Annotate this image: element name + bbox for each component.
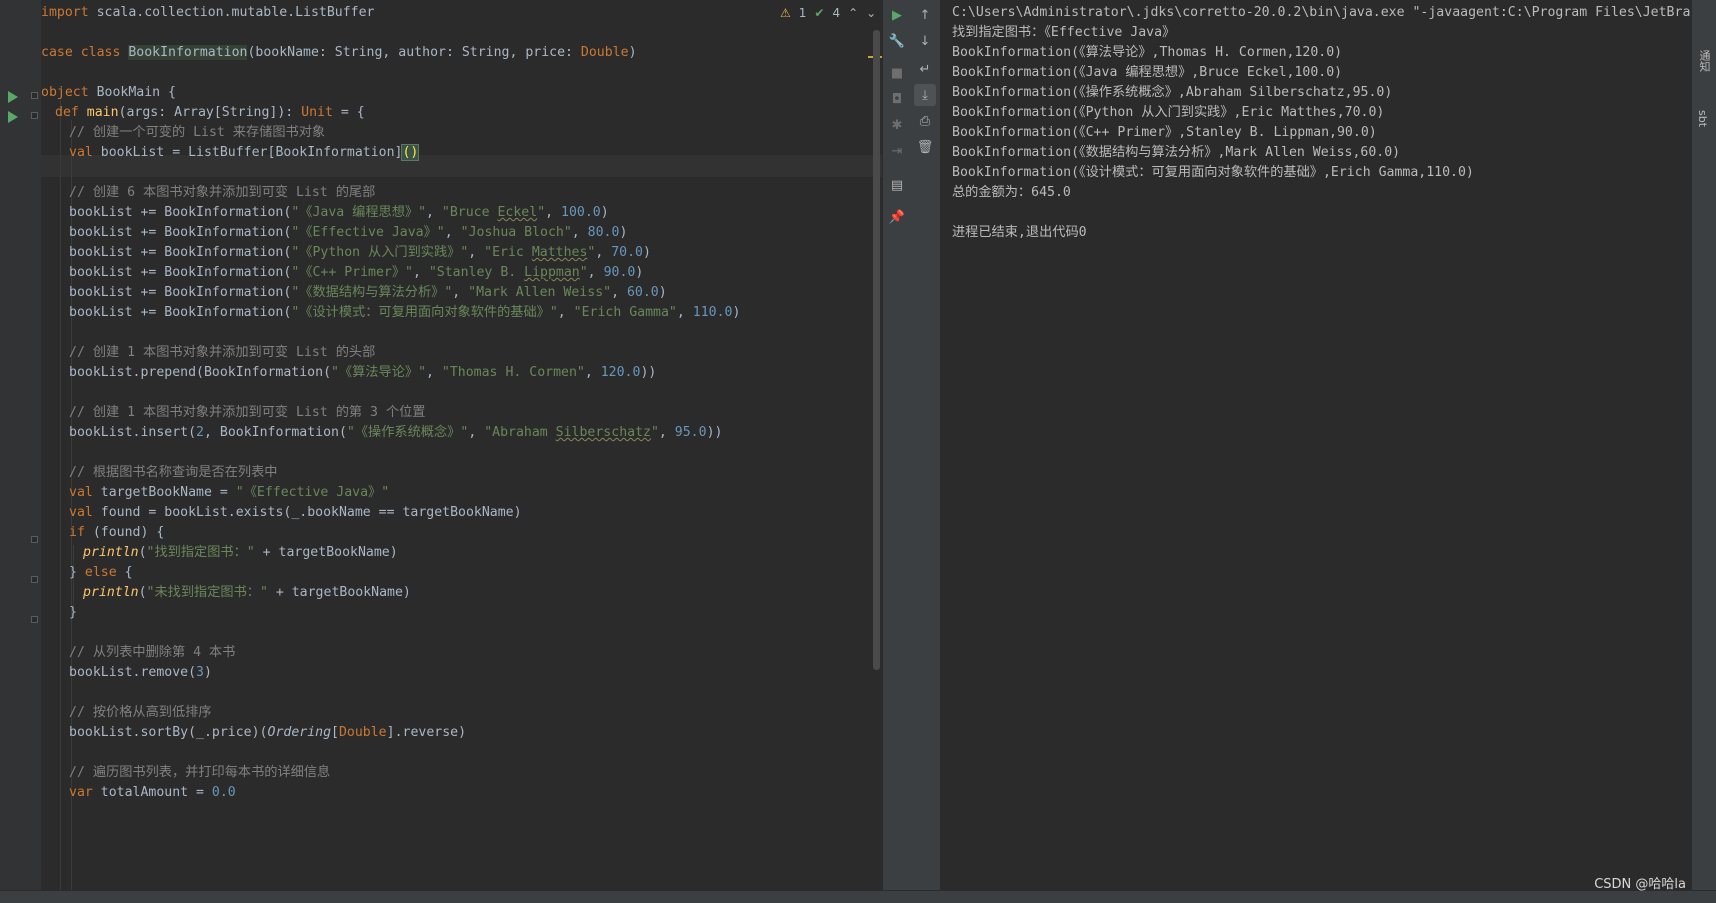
- code-line: bookList += BookInformation("《设计模式：可复用面向…: [69, 305, 741, 320]
- check-icon[interactable]: ✔: [814, 6, 824, 20]
- console-line: 进程已结束,退出代码0: [952, 225, 1087, 240]
- editor-scrollbar[interactable]: [873, 30, 880, 670]
- console-line: BookInformation(《操作系统概念》,Abraham Silbers…: [952, 85, 1393, 100]
- print-icon[interactable]: ⎙: [914, 110, 936, 132]
- code-line: bookList.insert(2, BookInformation("《操作系…: [69, 425, 723, 440]
- code-comment: // 创建 1 本图书对象并添加到可变 List 的头部: [69, 345, 376, 360]
- watermark: CSDN @哈哈la: [1594, 877, 1686, 892]
- code-line: bookList.prepend(BookInformation("《算法导论》…: [69, 365, 657, 380]
- arrow-down-icon[interactable]: ↓: [914, 30, 936, 52]
- code-line: case class BookInformation(bookName: Str…: [41, 45, 637, 60]
- code-line: val found = bookList.exists(_.bookName =…: [69, 505, 522, 520]
- code-comment: // 创建一个可变的 List 来存储图书对象: [69, 125, 326, 140]
- console-line: 找到指定图书：《Effective Java》: [952, 25, 1176, 40]
- warning-icon[interactable]: ⚠: [780, 6, 791, 20]
- stop-icon[interactable]: ■: [886, 62, 908, 84]
- debug-icon[interactable]: ✱: [886, 114, 908, 136]
- code-line: if (found) {: [69, 525, 165, 540]
- chevron-down-icon[interactable]: ⌄: [866, 6, 876, 20]
- code-line: import scala.collection.mutable.ListBuff…: [41, 5, 375, 20]
- ide-window: import scala.collection.mutable.ListBuff…: [0, 0, 1716, 903]
- camera-icon[interactable]: ◘: [886, 88, 908, 110]
- code-line: println("找到指定图书：" + targetBookName): [83, 545, 398, 560]
- status-bar: [0, 890, 1716, 903]
- run-toolbar: ▶ 🔧 ■ ◘ ✱ ⇥ ▤ 📌 ↑ ↓ ↵ ⤓ ⎙ 🗑: [883, 0, 941, 890]
- code-line: def main(args: Array[String]): Unit = {: [55, 105, 365, 120]
- run-main-icon[interactable]: [8, 111, 18, 123]
- console-line: BookInformation(《Java 编程思想》,Bruce Eckel,…: [952, 65, 1343, 80]
- console-output[interactable]: C:\Users\Administrator\.jdks\corretto-20…: [940, 0, 1692, 890]
- check-count: 4: [832, 6, 841, 20]
- run-object-icon[interactable]: [8, 91, 18, 103]
- sbt-tab[interactable]: sbt: [1696, 110, 1709, 127]
- console-line: BookInformation(《算法导论》,Thomas H. Cormen,…: [952, 45, 1343, 60]
- code-line: bookList += BookInformation("《C++ Primer…: [69, 265, 644, 280]
- warning-count: 1: [798, 6, 807, 20]
- console-line: C:\Users\Administrator\.jdks\corretto-20…: [952, 5, 1691, 20]
- code-line: }: [69, 605, 77, 620]
- editor-gutter[interactable]: [0, 0, 41, 902]
- notifications-tab[interactable]: 通知: [1696, 50, 1712, 72]
- code-line: val bookList = ListBuffer[BookInformatio…: [69, 144, 420, 161]
- fold-marker[interactable]: [31, 112, 38, 119]
- code-line: bookList.sortBy(_.price)(Ordering[Double…: [69, 725, 467, 740]
- arrow-up-icon[interactable]: ↑: [914, 4, 936, 26]
- code-editor[interactable]: import scala.collection.mutable.ListBuff…: [41, 0, 882, 892]
- code-comment: // 创建 1 本图书对象并添加到可变 List 的第 3 个位置: [69, 405, 426, 420]
- code-line: bookList += BookInformation("《Python 从入门…: [69, 245, 651, 260]
- code-line: bookList += BookInformation("《数据结构与算法分析》…: [69, 285, 667, 300]
- layout-icon[interactable]: ▤: [886, 174, 908, 196]
- console-line: BookInformation(《C++ Primer》,Stanley B. …: [952, 125, 1377, 140]
- scroll-to-end-icon[interactable]: ⤓: [914, 84, 936, 106]
- inspection-widget[interactable]: ⚠ 1 ✔ 4 ⌃ ⌄: [780, 6, 876, 20]
- soft-wrap-icon[interactable]: ↵: [914, 58, 936, 80]
- right-tool-strip: 通知 sbt: [1692, 0, 1716, 890]
- fold-marker[interactable]: [31, 616, 38, 623]
- code-line: val targetBookName = "《Effective Java》": [69, 485, 390, 500]
- fold-marker[interactable]: [31, 576, 38, 583]
- code-line: println("未找到指定图书：" + targetBookName): [83, 585, 411, 600]
- trash-icon[interactable]: 🗑: [914, 136, 936, 158]
- console-line: BookInformation(《数据结构与算法分析》,Mark Allen W…: [952, 145, 1401, 160]
- code-line: object BookMain {: [41, 85, 176, 100]
- wrench-icon[interactable]: 🔧: [886, 30, 908, 52]
- code-line: bookList.remove(3): [69, 665, 212, 680]
- code-comment: // 按价格从高到低排序: [69, 705, 212, 720]
- exit-icon[interactable]: ⇥: [886, 140, 908, 162]
- code-line: } else {: [69, 565, 133, 580]
- pin-icon[interactable]: 📌: [886, 206, 908, 228]
- code-comment: // 根据图书名称查询是否在列表中: [69, 465, 278, 480]
- code-comment: // 遍历图书列表，并打印每本书的详细信息: [69, 765, 331, 780]
- code-comment: // 创建 6 本图书对象并添加到可变 List 的尾部: [69, 185, 376, 200]
- code-line: var totalAmount = 0.0: [69, 785, 236, 800]
- indent-guide: [60, 100, 61, 890]
- code-line: bookList += BookInformation("《Java 编程思想》…: [69, 205, 609, 220]
- code-line: bookList += BookInformation("《Effective …: [69, 225, 628, 240]
- code-comment: // 从列表中删除第 4 本书: [69, 645, 236, 660]
- chevron-up-icon[interactable]: ⌃: [848, 6, 858, 20]
- play-icon[interactable]: ▶: [886, 4, 908, 26]
- console-line: BookInformation(《设计模式：可复用面向对象软件的基础》,Eric…: [952, 165, 1474, 180]
- console-line: BookInformation(《Python 从入门到实践》,Eric Mat…: [952, 105, 1385, 120]
- console-line: 总的金额为：645.0: [952, 185, 1071, 200]
- fold-marker[interactable]: [31, 92, 38, 99]
- fold-marker[interactable]: [31, 536, 38, 543]
